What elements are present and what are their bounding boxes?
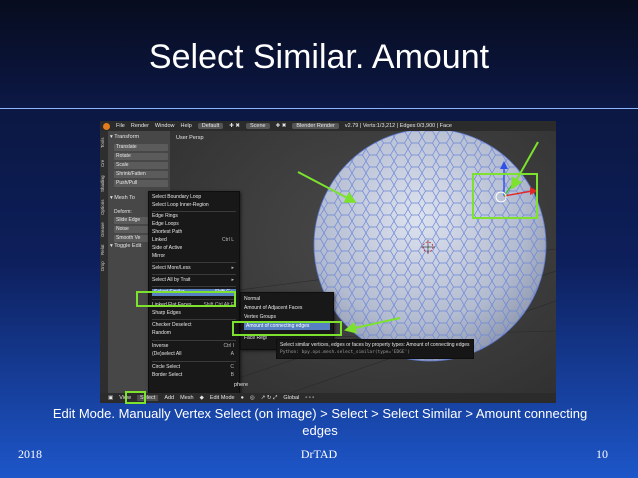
arrow-to-vertex [511, 141, 539, 190]
arrow-to-sphere [297, 171, 357, 203]
arrow-to-submenu [344, 317, 401, 334]
footer-page-number: 10 [596, 447, 608, 461]
slide-caption: Edit Mode. Manually Vertex Select (on im… [52, 406, 588, 438]
footer-author: DrTAD [300, 447, 338, 461]
